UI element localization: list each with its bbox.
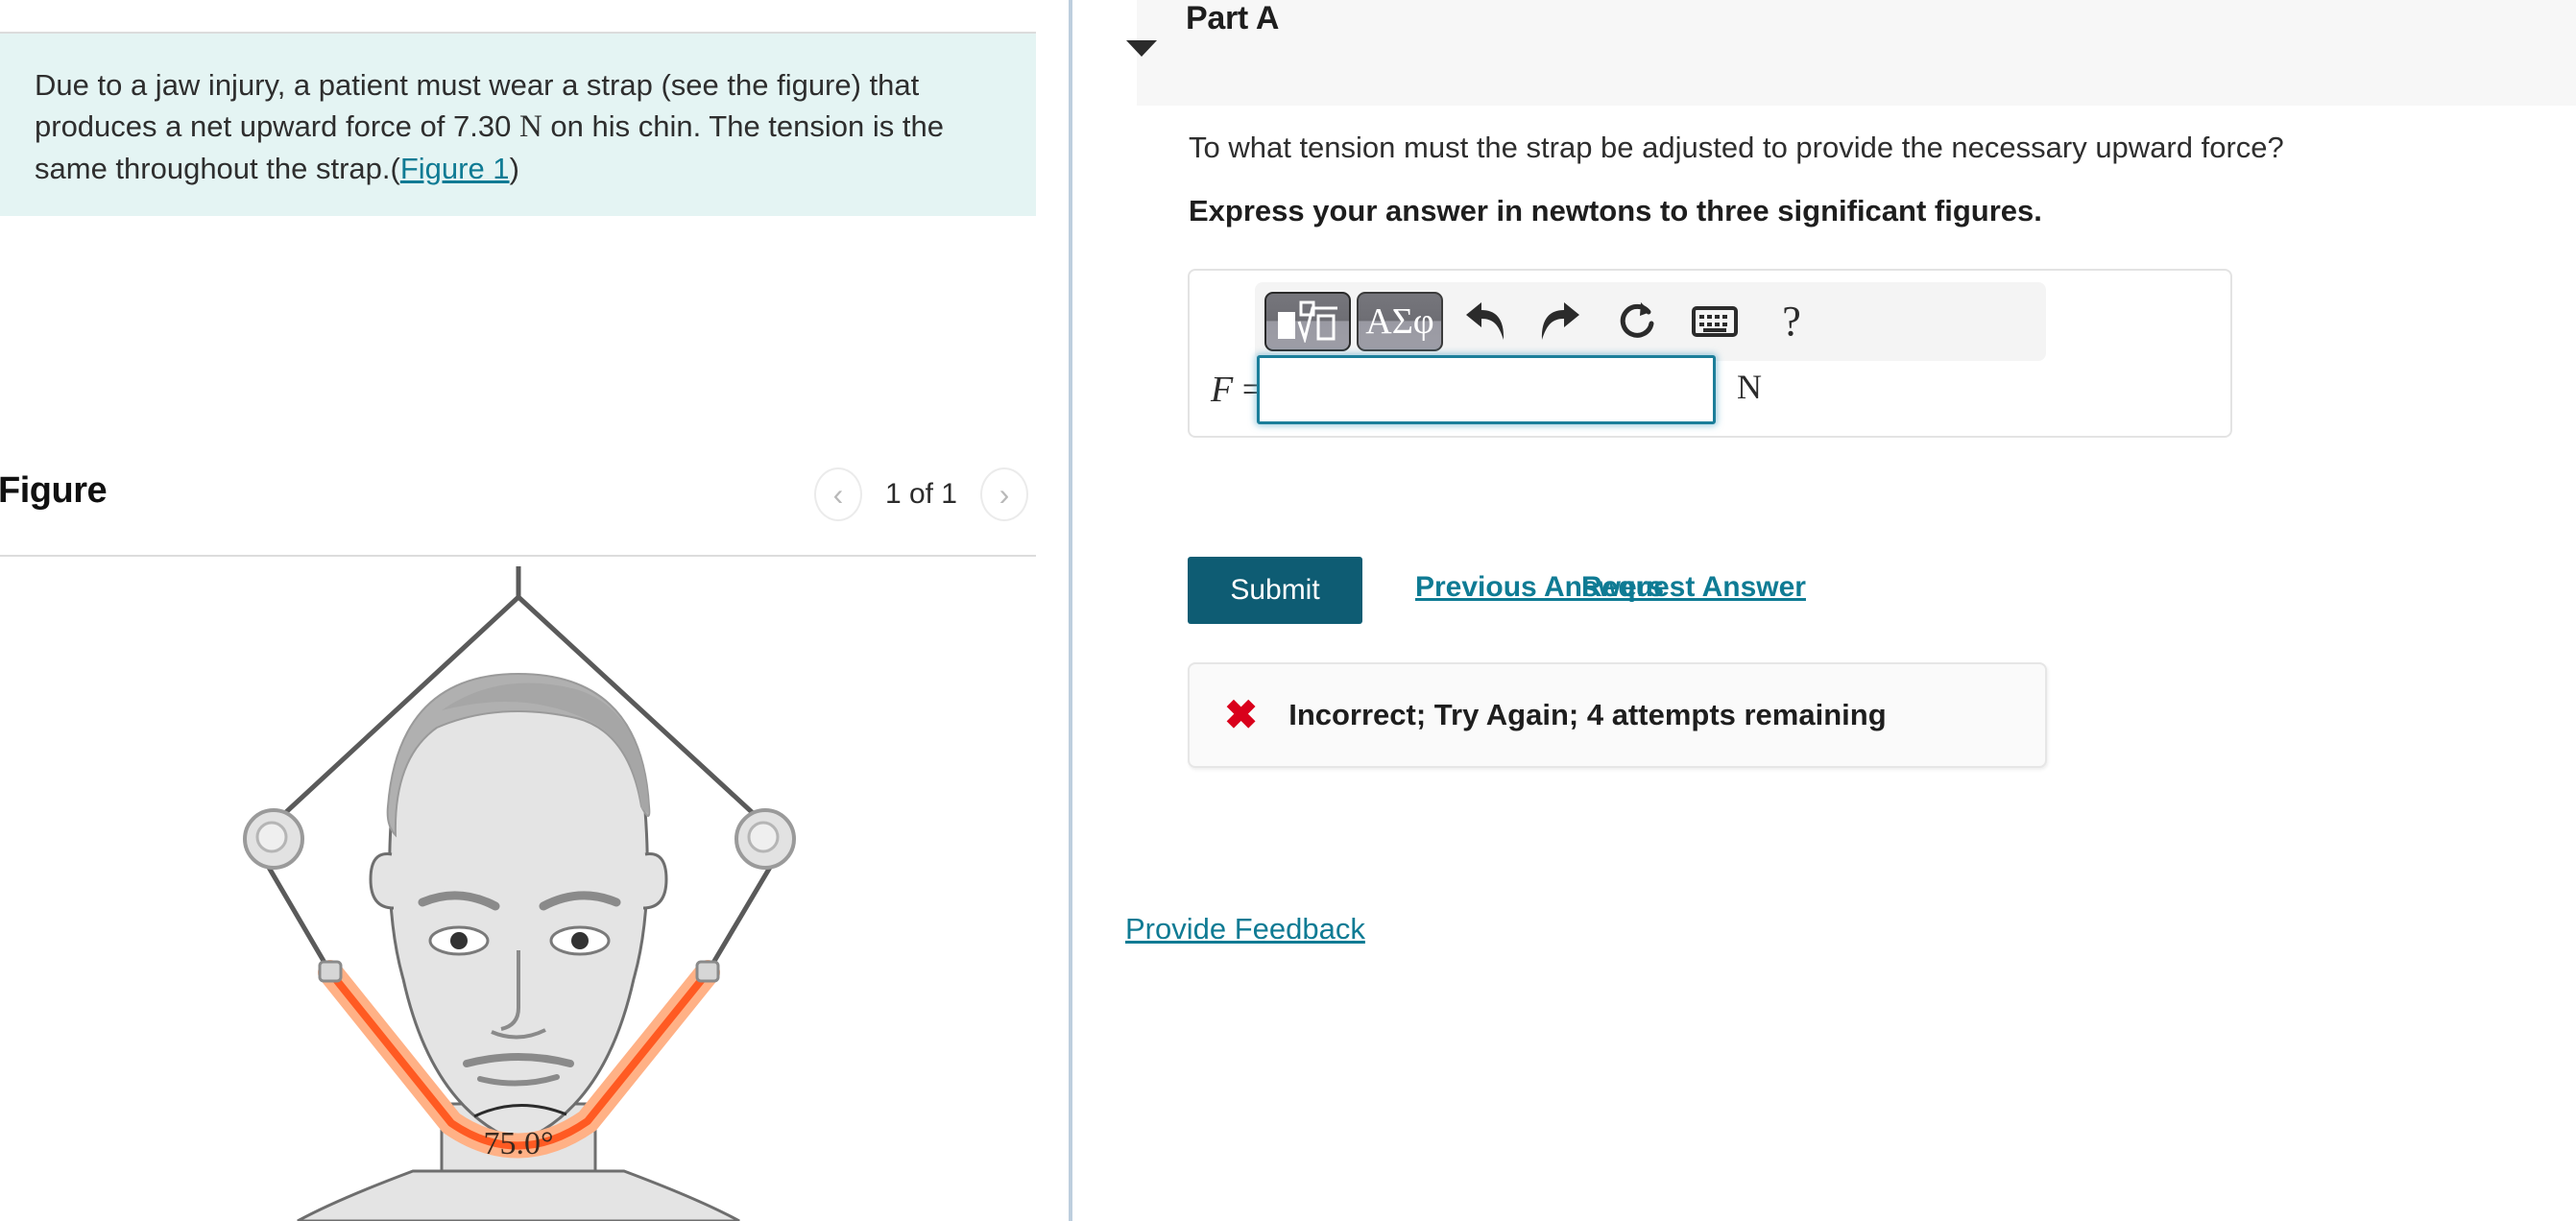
figure-pagination: ‹ 1 of 1 › [813,467,1028,521]
undo-arrow-icon[interactable] [1449,292,1520,351]
math-template-icon[interactable] [1264,292,1351,351]
pulley-left [243,808,304,870]
figure-header: Figure ‹ 1 of 1 › [0,467,1036,536]
chevron-right-icon[interactable]: › [980,467,1028,521]
answer-panel: Part A To what tension must the strap be… [1072,0,2576,1221]
incorrect-x-icon: ✖ [1224,692,1259,737]
figure-counter: 1 of 1 [884,478,957,510]
question-prompt: To what tension must the strap be adjust… [1189,131,2284,164]
variable-symbol: F [1211,370,1234,410]
request-answer-link[interactable]: Request Answer [1581,571,1806,604]
part-header-band [1137,0,2576,106]
chevron-left-icon[interactable]: ‹ [813,467,862,521]
figure-title: Figure [0,470,108,511]
problem-statement-box: Due to a jaw injury, a patient must wear… [0,34,1036,216]
greek-button-label: ΑΣφ [1365,301,1434,342]
answer-widget: ΑΣφ ? F = N [1188,269,2232,438]
greek-symbols-icon[interactable]: ΑΣφ [1357,292,1443,351]
refresh-circle-icon[interactable] [1602,292,1673,351]
feedback-banner: ✖ Incorrect; Try Again; 4 attempts remai… [1188,662,2047,768]
help-icon[interactable]: ? [1756,292,1827,351]
answer-instruction: Express your answer in newtons to three … [1189,194,2042,227]
figure-image[interactable]: 75.0° [0,563,1036,1221]
figure-1-link[interactable]: Figure 1 [400,152,510,185]
help-icon-label: ? [1782,298,1801,345]
problem-panel: Due to a jaw injury, a patient must wear… [0,0,1069,1221]
provide-feedback-link[interactable]: Provide Feedback [1125,912,1365,946]
answer-input-row: F = N [1190,355,2230,440]
feedback-message: Incorrect; Try Again; 4 attempts remaini… [1288,698,1887,731]
problem-text-close: ) [509,152,519,185]
answer-input[interactable] [1257,355,1716,424]
pulley-right [734,808,796,870]
caret-down-icon[interactable] [1126,40,1157,57]
redo-arrow-icon[interactable] [1526,292,1597,351]
force-unit-symbol: N [518,109,542,144]
angle-label: 75.0° [483,1126,553,1161]
keyboard-icon[interactable] [1679,292,1750,351]
problem-statement-text: Due to a jaw injury, a patient must wear… [35,64,1001,189]
part-title: Part A [1186,0,1280,36]
answer-unit: N [1737,368,1762,406]
submit-button[interactable]: Submit [1188,557,1362,624]
figure-header-divider [0,555,1036,557]
exercise-page: Due to a jaw injury, a patient must wear… [0,0,2576,1221]
variable-label: F = [1211,369,1263,411]
math-toolbar: ΑΣφ ? [1255,282,2046,361]
